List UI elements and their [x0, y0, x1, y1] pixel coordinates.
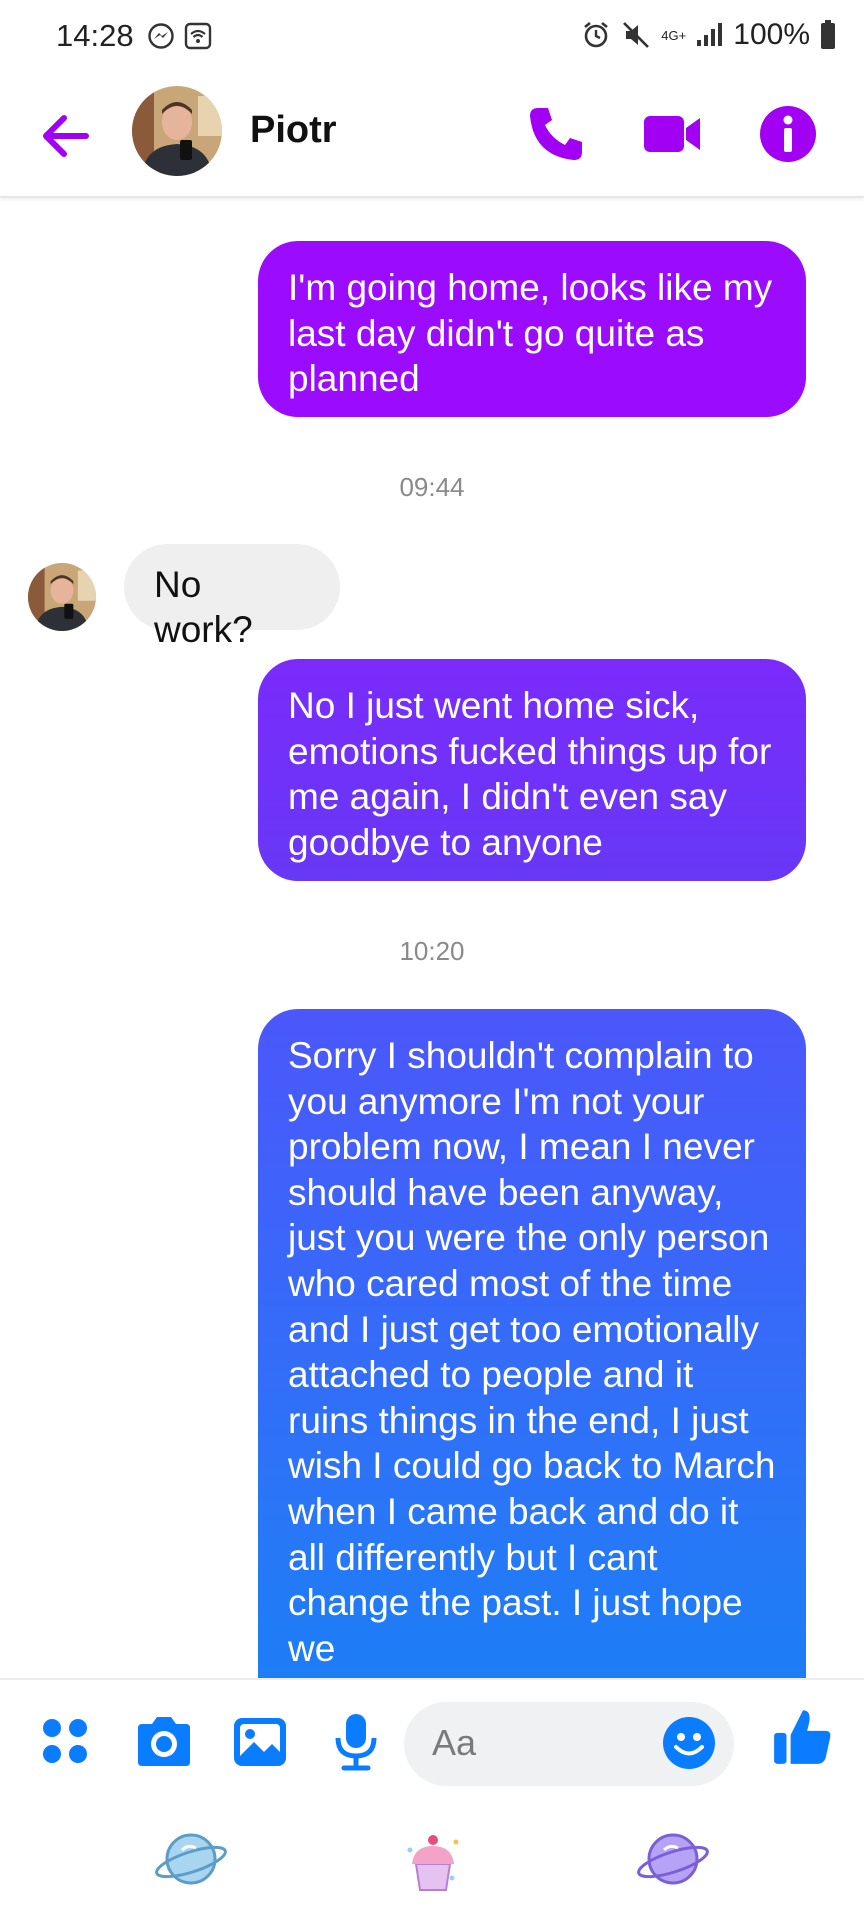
back-arrow-icon[interactable]: [36, 106, 96, 166]
battery-percentage: 100%: [733, 18, 810, 51]
camera-icon[interactable]: [132, 1710, 196, 1774]
gallery-icon[interactable]: [228, 1710, 292, 1774]
outgoing-message[interactable]: No I just went home sick, emotions fucke…: [258, 659, 806, 881]
status-right-group: 4G+ 100%: [581, 18, 836, 52]
contact-avatar-image: [132, 86, 222, 176]
outgoing-message[interactable]: I'm going home, looks like my last day d…: [258, 241, 806, 417]
message-composer: Aa: [0, 1678, 864, 1922]
contact-avatar[interactable]: [132, 86, 222, 176]
sender-avatar-image: [28, 563, 96, 631]
wifi-box-icon: [184, 22, 212, 50]
incoming-message[interactable]: No work?: [124, 544, 340, 650]
signal-icon: [697, 23, 723, 46]
timestamp: 09:44: [399, 472, 465, 502]
timestamp: 10:20: [399, 936, 465, 966]
contact-name[interactable]: Piotr: [250, 109, 337, 152]
emoji-icon[interactable]: [660, 1714, 718, 1772]
mute-icon: [623, 22, 650, 48]
planet-sticker[interactable]: [152, 1820, 230, 1898]
status-time: 14:28: [56, 18, 134, 53]
alarm-icon: [584, 21, 609, 48]
info-icon[interactable]: [756, 102, 820, 166]
cupcake-sticker[interactable]: [394, 1820, 472, 1898]
message-input-placeholder: Aa: [432, 1722, 477, 1763]
message-input[interactable]: Aa: [404, 1702, 734, 1786]
apps-icon[interactable]: [36, 1712, 100, 1776]
phone-icon[interactable]: [524, 102, 588, 166]
messenger-notification-icon: [148, 23, 174, 49]
purple-planet-sticker[interactable]: [634, 1820, 712, 1898]
thumbs-up-icon[interactable]: [770, 1704, 836, 1770]
network-type: 4G+: [661, 27, 687, 43]
video-camera-icon[interactable]: [640, 102, 704, 166]
sender-avatar[interactable]: [28, 563, 96, 631]
status-bar: 14:28 4G+ 100%: [0, 0, 864, 76]
outgoing-message[interactable]: Sorry I shouldn't complain to you anymor…: [258, 1009, 806, 1749]
conversation-header: Piotr: [0, 76, 864, 198]
microphone-icon[interactable]: [324, 1710, 388, 1774]
battery-icon: [821, 20, 835, 49]
